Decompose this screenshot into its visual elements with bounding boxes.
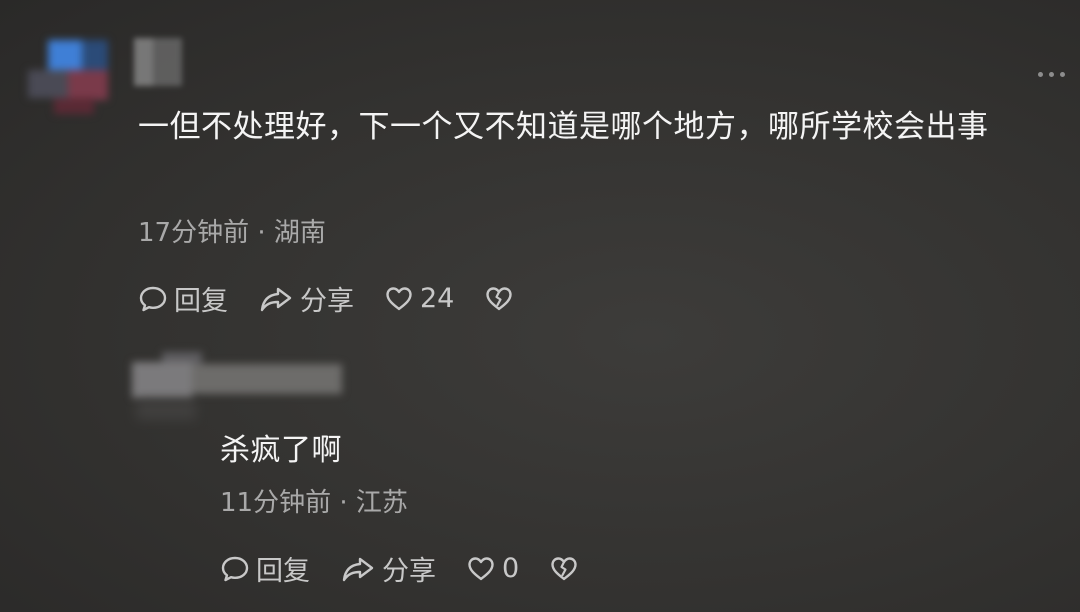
heart-icon xyxy=(386,286,412,310)
reply-label: 回复 xyxy=(174,286,228,317)
like-button[interactable]: 24 xyxy=(384,283,454,314)
broken-heart-icon xyxy=(486,286,513,310)
comment-actions: 回复 分享 24 xyxy=(138,279,520,318)
meta-separator: · xyxy=(257,218,274,248)
comment-actions: 回复 分享 0 xyxy=(220,549,585,588)
comment-meta: 11分钟前 · 江苏 xyxy=(220,482,408,519)
share-button[interactable]: 分享 xyxy=(340,549,436,588)
avatar[interactable] xyxy=(136,400,196,420)
more-dots-icon[interactable] xyxy=(1038,70,1070,78)
comment-time: 17分钟前 xyxy=(138,218,250,248)
comment-bubble-icon xyxy=(221,556,249,581)
share-arrow-icon xyxy=(260,287,292,311)
share-arrow-icon xyxy=(342,557,374,581)
share-label: 分享 xyxy=(300,286,354,317)
avatar[interactable] xyxy=(28,34,110,116)
heart-icon xyxy=(468,556,494,580)
broken-heart-icon xyxy=(551,556,577,580)
like-count: 24 xyxy=(420,283,455,314)
share-label: 分享 xyxy=(382,556,436,587)
like-count: 0 xyxy=(502,553,520,584)
comment-time: 11分钟前 xyxy=(220,488,332,518)
comment-text: 杀疯了啊 xyxy=(220,433,342,468)
reply-label: 回复 xyxy=(256,556,310,587)
reply-button[interactable]: 回复 xyxy=(220,549,310,588)
username-blurred[interactable] xyxy=(134,38,182,86)
comment-item: 一但不处理好，下一个又不知道是哪个地方，哪所学校会出事 17分钟前 · 湖南 回… xyxy=(0,0,1080,340)
comment-bubble-icon xyxy=(139,286,167,311)
share-button[interactable]: 分享 xyxy=(258,279,354,318)
comment-location: 江苏 xyxy=(355,488,408,518)
dislike-button[interactable] xyxy=(549,554,585,584)
like-button[interactable]: 0 xyxy=(466,553,519,584)
comment-text: 一但不处理好，下一个又不知道是哪个地方，哪所学校会出事 xyxy=(138,109,989,145)
reply-comment-item: 杀疯了啊 11分钟前 · 江苏 回复 分享 0 xyxy=(0,340,1080,612)
reply-button[interactable]: 回复 xyxy=(138,279,228,318)
dislike-button[interactable] xyxy=(484,284,520,314)
comment-meta: 17分钟前 · 湖南 xyxy=(138,212,326,249)
meta-separator: · xyxy=(339,488,356,518)
comment-location: 湖南 xyxy=(273,218,326,248)
